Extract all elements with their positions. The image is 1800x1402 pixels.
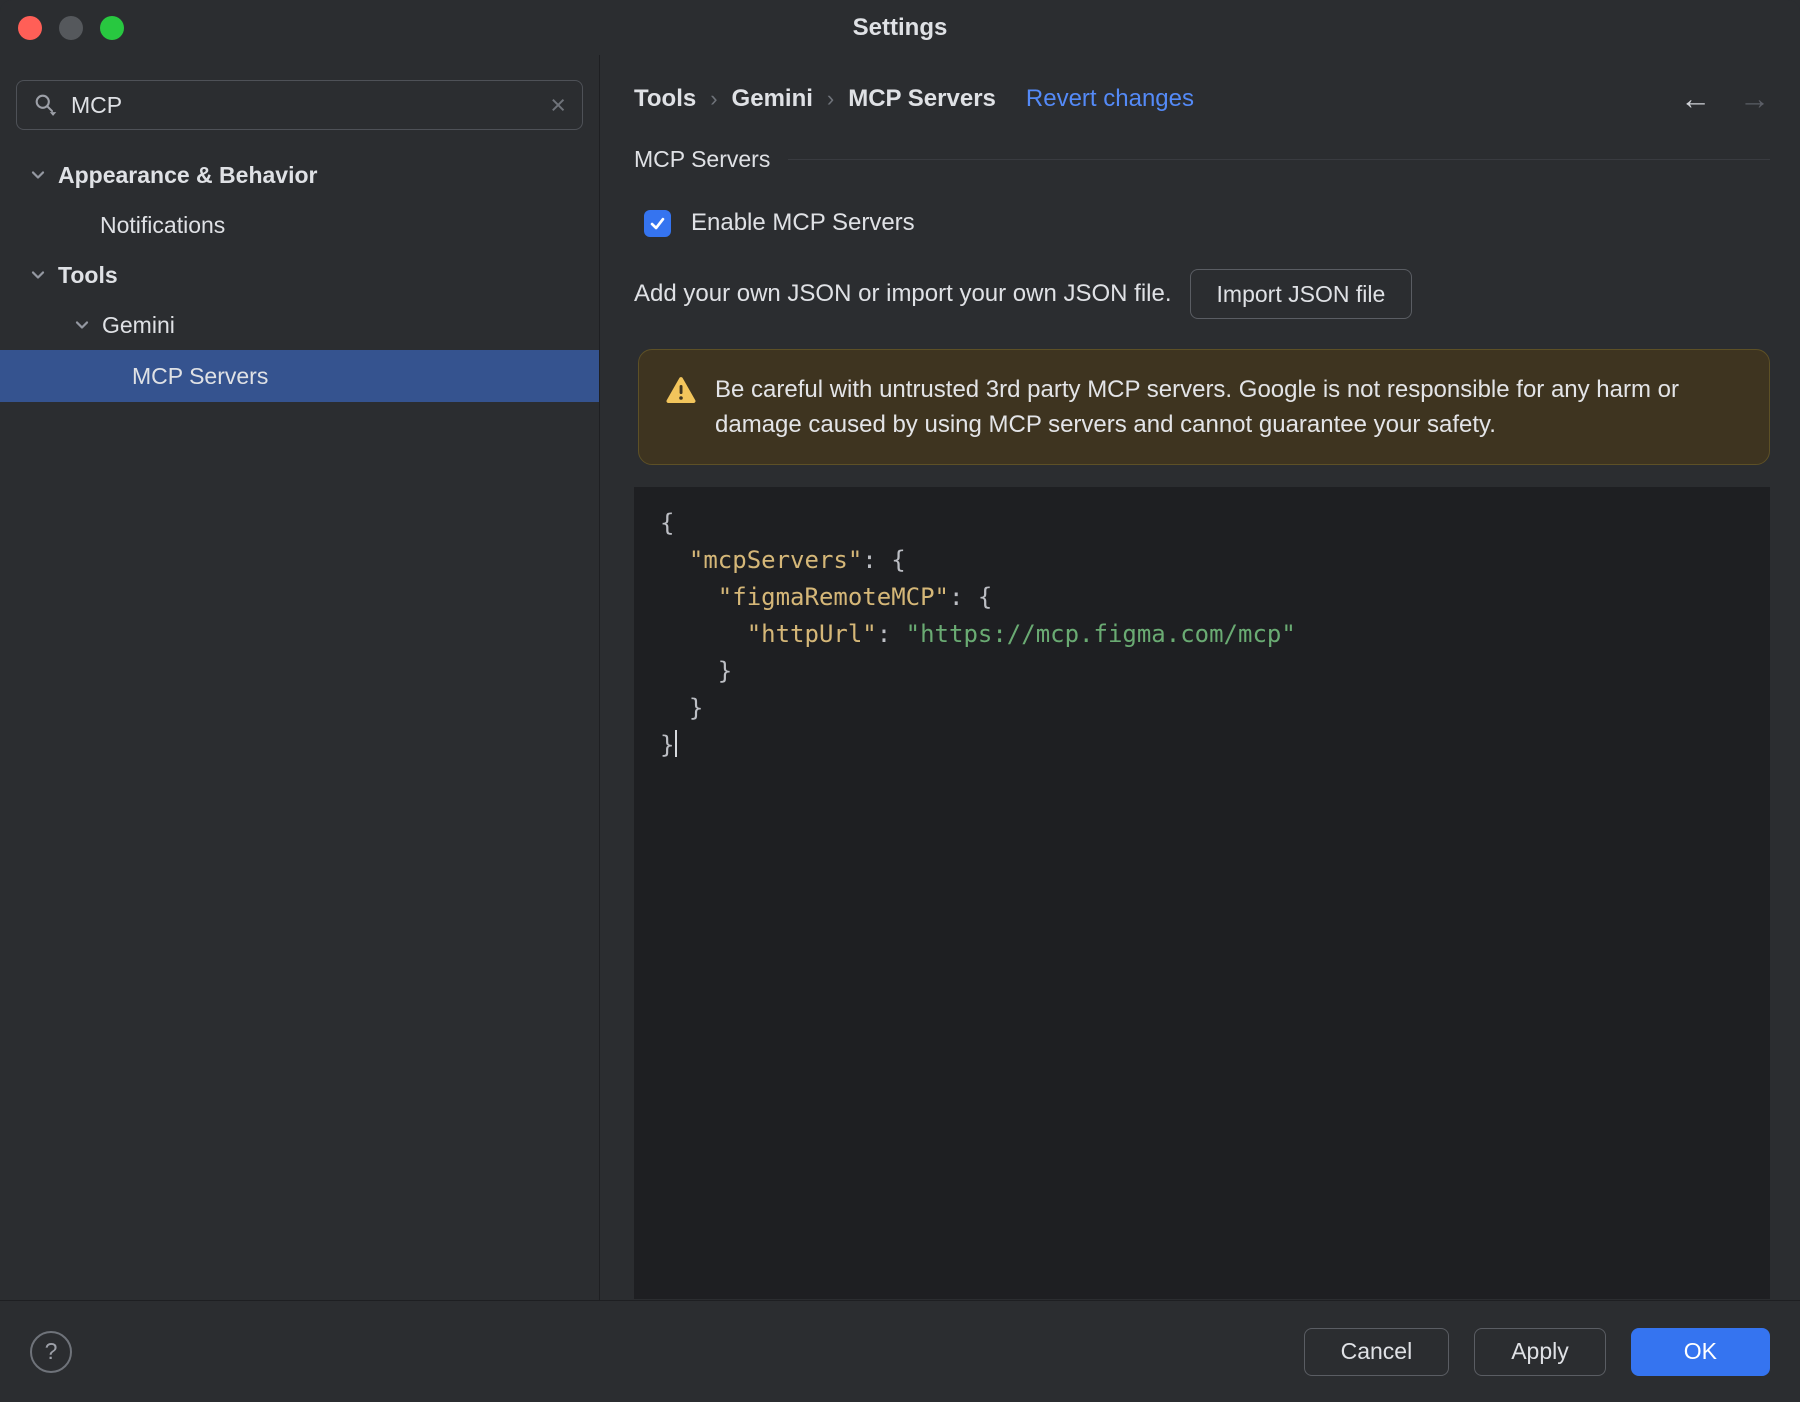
ok-button[interactable]: OK	[1630, 1327, 1770, 1376]
sidebar-item-label: Appearance & Behavior	[58, 161, 318, 188]
warning-icon	[666, 377, 696, 403]
enable-mcp-checkbox[interactable]	[644, 209, 671, 237]
history-nav: ← →	[1680, 83, 1770, 114]
enable-mcp-row: Enable MCP Servers	[634, 209, 1770, 237]
chevron-down-icon[interactable]	[70, 315, 94, 335]
warning-banner: Be careful with untrusted 3rd party MCP …	[638, 349, 1770, 465]
sidebar-item-gemini[interactable]: Gemini	[0, 300, 599, 350]
clear-search-icon[interactable]: ×	[550, 91, 566, 119]
mcp-servers-panel: Tools › Gemini › MCP Servers Revert chan…	[600, 55, 1800, 1300]
enable-mcp-label: Enable MCP Servers	[691, 209, 915, 236]
settings-tree: Appearance & Behavior Notifications Tool…	[0, 150, 599, 402]
cancel-button[interactable]: Cancel	[1303, 1327, 1450, 1376]
chevron-down-icon[interactable]	[26, 165, 50, 185]
chevron-down-icon[interactable]	[26, 265, 50, 285]
zoom-window-button[interactable]	[100, 16, 124, 40]
minimize-window-button[interactable]	[59, 16, 83, 40]
settings-window: Settings × Appearance & Behavior	[0, 0, 1800, 1402]
search-icon[interactable]	[33, 92, 59, 118]
breadcrumb-separator-icon: ›	[826, 85, 835, 111]
help-icon: ?	[44, 1338, 58, 1364]
sidebar-item-label: Notifications	[100, 211, 226, 238]
sidebar-item-tools[interactable]: Tools	[0, 250, 599, 300]
footer-bar: ? Cancel Apply OK	[0, 1300, 1800, 1402]
sidebar-item-mcp-servers[interactable]: MCP Servers	[0, 350, 599, 402]
breadcrumb-separator-icon: ›	[710, 85, 718, 111]
section-header: MCP Servers	[634, 146, 1770, 173]
section-divider	[788, 159, 1770, 160]
warning-text: Be careful with untrusted 3rd party MCP …	[715, 376, 1679, 438]
breadcrumb-gemini[interactable]: Gemini	[732, 85, 813, 113]
import-instruction: Add your own JSON or import your own JSO…	[634, 280, 1172, 307]
settings-sidebar: × Appearance & Behavior Notifications	[0, 55, 600, 1300]
import-json-button[interactable]: Import JSON file	[1189, 269, 1413, 319]
close-window-button[interactable]	[18, 16, 42, 40]
back-arrow-icon[interactable]: ←	[1680, 83, 1711, 114]
settings-search-box[interactable]: ×	[16, 80, 583, 130]
sidebar-item-label: Tools	[58, 261, 118, 288]
page-title: MCP Servers	[634, 146, 771, 172]
breadcrumb-tools[interactable]: Tools	[634, 85, 696, 113]
breadcrumb: Tools › Gemini › MCP Servers Revert chan…	[634, 83, 1770, 114]
sidebar-item-label: Gemini	[102, 311, 175, 338]
traffic-lights	[18, 16, 124, 40]
sidebar-item-label: MCP Servers	[132, 362, 269, 389]
revert-changes-link[interactable]: Revert changes	[1026, 85, 1194, 113]
window-title: Settings	[852, 13, 948, 41]
code-editor-lines: { "mcpServers": { "figmaRemoteMCP": { "h…	[660, 509, 1296, 759]
apply-button[interactable]: Apply	[1474, 1327, 1606, 1376]
search-input[interactable]	[71, 91, 551, 119]
code-editor[interactable]: { "mcpServers": { "figmaRemoteMCP": { "h…	[634, 487, 1770, 1299]
sidebar-item-notifications[interactable]: Notifications	[0, 200, 599, 250]
help-button[interactable]: ?	[30, 1330, 72, 1373]
forward-arrow-icon[interactable]: →	[1739, 83, 1770, 114]
sidebar-item-appearance-behavior[interactable]: Appearance & Behavior	[0, 150, 599, 200]
footer-buttons: Cancel Apply OK	[1303, 1327, 1770, 1376]
titlebar: Settings	[0, 0, 1800, 55]
breadcrumb-mcp-servers: MCP Servers	[848, 84, 996, 112]
import-row: Add your own JSON or import your own JSO…	[634, 269, 1770, 319]
